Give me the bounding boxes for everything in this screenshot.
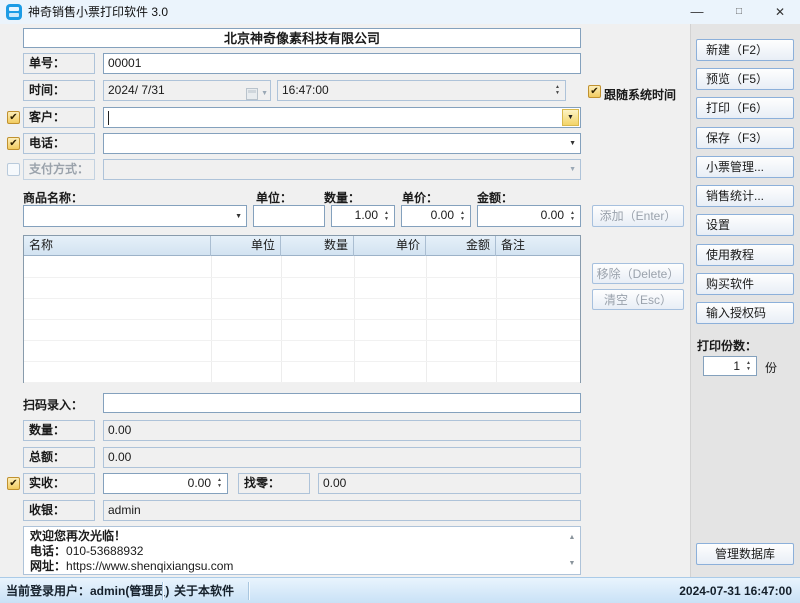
received-checkbox[interactable]: ✔ [7, 477, 20, 490]
order-no-input[interactable]: 00001 [103, 53, 581, 74]
save-button[interactable]: 保存（F3） [696, 127, 794, 149]
product-name-label: 商品名称： [23, 189, 83, 206]
phone-label: 电话： [23, 133, 95, 154]
follow-system-time-checkbox[interactable]: ✔ [588, 85, 601, 98]
close-icon[interactable]: ✕ [760, 0, 800, 24]
maximize-icon[interactable]: □ [718, 0, 760, 24]
remove-button: 移除（Delete） [592, 263, 684, 284]
add-button: 添加（Enter） [592, 205, 684, 227]
product-name-combo[interactable]: ▼ [23, 205, 247, 227]
scroll-down-icon[interactable]: ▼ [566, 556, 578, 571]
scroll-up-icon[interactable]: ▲ [566, 530, 578, 545]
col-unit: 单位 [211, 236, 281, 256]
company-name-input[interactable]: 北京神奇像素科技有限公司 [23, 28, 581, 48]
items-table[interactable]: 名称 单位 数量 单价 金额 备注 [23, 235, 581, 383]
text-caret [108, 111, 109, 125]
scan-label: 扫码录入： [23, 396, 83, 413]
payment-label: 支付方式： [23, 159, 95, 180]
statusbar-datetime: 2024-07-31 16:47:00 [679, 578, 792, 603]
footer-note-line1: 欢迎您再次光临！ [30, 529, 562, 544]
stats-button[interactable]: 销售统计... [696, 185, 794, 207]
clear-button: 清空（Esc） [592, 289, 684, 310]
change-value: 0.00 [318, 473, 581, 494]
spinner-arrows[interactable]: ▲▼ [380, 206, 393, 226]
print-button[interactable]: 打印（F6） [696, 97, 794, 119]
order-no-label: 单号： [23, 53, 95, 74]
col-price: 单价 [354, 236, 426, 256]
time-label: 时间： [23, 80, 95, 101]
print-copies-unit: 份 [765, 359, 777, 376]
price-stepper[interactable]: 0.00 ▲▼ [401, 205, 471, 227]
spinner-arrows[interactable]: ▲▼ [742, 357, 755, 375]
received-label: 实收： [23, 473, 95, 494]
total-qty-value: 0.00 [103, 420, 581, 441]
change-label: 找零： [238, 473, 310, 494]
price-label: 单价： [402, 189, 438, 206]
receipts-button[interactable]: 小票管理... [696, 156, 794, 178]
col-note: 备注 [496, 236, 580, 256]
app-window: 神奇销售小票打印软件 3.0 — □ ✕ 北京神奇像素科技有限公司 单号： 00… [0, 0, 800, 603]
unit-label: 单位： [256, 189, 292, 206]
minimize-icon[interactable]: — [676, 0, 718, 24]
phone-checkbox[interactable]: ✔ [7, 137, 20, 150]
about-link[interactable]: 关于本软件 [174, 578, 234, 603]
customer-combo[interactable]: ▼ [103, 107, 581, 128]
customer-label: 客户： [23, 107, 95, 128]
print-copies-stepper[interactable]: 1 ▲▼ [703, 356, 757, 376]
titlebar: 神奇销售小票打印软件 3.0 — □ ✕ [0, 0, 800, 24]
col-qty: 数量 [281, 236, 354, 256]
amount-label: 金额： [477, 189, 513, 206]
app-icon [6, 4, 22, 20]
phone-dropdown-icon[interactable]: ▼ [569, 134, 576, 153]
time-spinner: 16:47:00 ▲▼ [277, 80, 566, 101]
payment-dropdown-icon: ▼ [569, 160, 576, 179]
print-copies-label: 打印份数： [697, 337, 757, 354]
footer-note-textarea[interactable]: 欢迎您再次光临！ 电话：010-53688932 网址：https://www.… [23, 526, 581, 575]
table-header: 名称 单位 数量 单价 金额 备注 [24, 236, 580, 256]
calendar-icon [246, 88, 258, 100]
footer-note-line3: 网址：https://www.shenqixiangsu.com [30, 559, 562, 574]
customer-dropdown-icon[interactable]: ▼ [562, 109, 579, 126]
license-button[interactable]: 输入授权码 [696, 302, 794, 324]
manage-db-button[interactable]: 管理数据库 [696, 543, 794, 565]
total-qty-label: 数量： [23, 420, 95, 441]
customer-checkbox[interactable]: ✔ [7, 111, 20, 124]
settings-button[interactable]: 设置 [696, 214, 794, 236]
scan-input[interactable] [103, 393, 581, 413]
payment-combo: ▼ [103, 159, 581, 180]
total-amount-value: 0.00 [103, 447, 581, 468]
product-dropdown-icon[interactable]: ▼ [235, 206, 242, 226]
window-title: 神奇销售小票打印软件 3.0 [28, 0, 168, 24]
spinner-arrows: ▲▼ [551, 81, 564, 100]
col-amount: 金额 [426, 236, 496, 256]
chevron-down-icon: ▼ [261, 84, 268, 101]
spinner-arrows[interactable]: ▲▼ [213, 474, 226, 493]
statusbar: 当前登录用户：admin(管理员) 关于本软件 2024-07-31 16:47… [0, 577, 800, 603]
date-picker: 2024/ 7/31 ▼ [103, 80, 271, 101]
unit-input[interactable] [253, 205, 325, 227]
follow-system-time-label: 跟随系统时间 [604, 86, 676, 103]
amount-stepper[interactable]: 0.00 ▲▼ [477, 205, 581, 227]
preview-button[interactable]: 预览（F5） [696, 68, 794, 90]
statusbar-user: 当前登录用户：admin(管理员) [6, 578, 169, 603]
tutorial-button[interactable]: 使用教程 [696, 244, 794, 266]
cashier-value: admin [103, 500, 581, 521]
received-stepper[interactable]: 0.00 ▲▼ [103, 473, 228, 494]
spinner-arrows[interactable]: ▲▼ [566, 206, 579, 226]
spinner-arrows[interactable]: ▲▼ [456, 206, 469, 226]
qty-stepper[interactable]: 1.00 ▲▼ [331, 205, 395, 227]
col-name: 名称 [24, 236, 211, 256]
phone-combo[interactable]: ▼ [103, 133, 581, 154]
cashier-label: 收银： [23, 500, 95, 521]
qty-label: 数量： [324, 189, 360, 206]
total-amount-label: 总额： [23, 447, 95, 468]
payment-checkbox[interactable] [7, 163, 20, 176]
new-button[interactable]: 新建（F2） [696, 39, 794, 61]
footer-note-line2: 电话：010-53688932 [30, 544, 562, 559]
purchase-button[interactable]: 购买软件 [696, 273, 794, 295]
